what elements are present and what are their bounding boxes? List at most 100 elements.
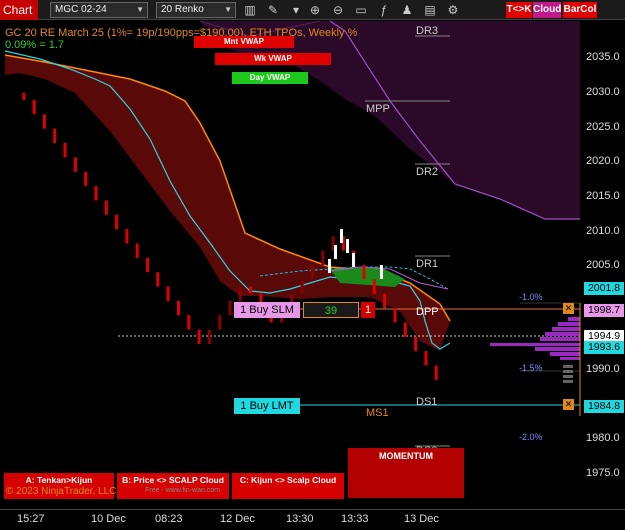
renko-brick [94,186,98,201]
level-ds1: DS1 [416,396,438,408]
cancel-slm-icon[interactable]: ✕ [563,303,574,314]
price-tag-2001: 2001.8 [584,282,624,295]
y-tick: 2005.0 [586,259,620,271]
y-tick: 2015.0 [586,190,620,202]
y-tick: 1975.0 [586,467,620,479]
time-label: 13:30 [286,513,314,525]
pct-level-minus1: -1.0% [519,292,543,302]
level-dr3: DR3 [416,25,439,37]
renko-brick [238,286,242,301]
zoom-in-icon[interactable]: ⊕ [307,2,323,18]
pct-readout: 0.09% = 1.7 [5,39,65,51]
cloud-toggle-button[interactable]: Cloud [533,2,561,18]
renko-brick [228,300,232,316]
time-label: 13 Dec [404,513,439,525]
instrument-selector[interactable]: MGC 02-24 ▼ [50,2,148,18]
time-label: 13:33 [341,513,369,525]
time-label: 08:23 [155,513,183,525]
chevron-down-icon: ▼ [224,5,232,14]
bar-style-icon[interactable]: ▥ [242,2,258,18]
chart-toolbar: Chart MGC 02-24 ▼ 20 Renko ▼ ▥ ✎ ▾ ⊕ ⊖ ▭… [0,0,625,20]
renko-brick [218,315,222,330]
time-label: 15:27 [17,513,45,525]
renko-brick [146,257,149,273]
bar-type-value: 20 Renko [161,4,204,15]
renko-brick [115,214,119,230]
properties-icon[interactable]: ▤ [422,2,438,18]
renko-brick [42,114,46,129]
indicators-icon[interactable]: ƒ [376,2,392,18]
momentum-panel[interactable]: MOMENTUM [348,448,464,498]
upper-cloud [200,21,580,219]
y-tick: 2020.0 [586,155,620,167]
drawing-tool-dropdown-icon[interactable]: ▾ [288,2,304,18]
renko-brick [63,143,67,158]
level-dr1: DR1 [416,258,439,270]
y-tick: 1990.0 [586,363,620,375]
time-axis: 15:27 10 Dec 08:23 12 Dec 13:30 13:33 13… [0,509,625,530]
renko-brick [434,365,438,380]
renko-brick [32,99,36,115]
renko-brick [383,293,387,309]
renko-brick [414,336,418,352]
gray-volume-ticks [563,365,573,383]
y-tick: 2035.0 [586,51,620,63]
renko-brick [135,243,139,258]
y-tick: 2010.0 [586,225,620,237]
renko-brick [22,92,26,100]
buy-slm-quantity[interactable]: 39 [303,302,359,318]
price-scalp-cloud-button[interactable]: B: Price <> SCALP Cloud [117,473,229,499]
volume-profile [490,317,580,360]
kijun-scalp-cloud-button[interactable]: C: Kijun <> Scalp Cloud [232,473,344,499]
chart-trader-icon[interactable]: ⚙ [445,2,461,18]
renko-brick [321,250,325,265]
drawing-tool-icon[interactable]: ✎ [265,2,281,18]
level-mpp: MPP [366,103,390,115]
renko-brick [104,200,108,215]
buy-slm-contracts[interactable]: 1 [361,302,375,318]
chart-title: GC 20 RE March 25 (1%= 19p/190pps=$190.0… [5,27,358,39]
data-box-icon[interactable]: ▭ [353,2,369,18]
day-vwap-button[interactable]: Day VWAP [232,72,308,84]
copyright-text: © 2023 NinjaTrader, LLC [6,486,117,497]
bar-type-selector[interactable]: 20 Renko ▼ [156,2,236,18]
buy-lmt-order[interactable]: 1 Buy LMT [234,398,300,414]
renko-brick [177,300,180,316]
renko-brick [53,128,57,143]
y-tick: 1980.0 [586,432,620,444]
zoom-out-icon[interactable]: ⊖ [330,2,346,18]
renko-brick [84,171,88,187]
renko-brick [311,265,314,280]
renko-brick [197,329,201,344]
renko-brick [424,351,428,366]
watermark-text: Free - www.fin-wan.com [145,487,221,494]
level-dr2: DR2 [416,166,439,178]
renko-brick [393,308,397,323]
tk-toggle-button[interactable]: T<>K [506,2,532,18]
renko-brick [166,286,170,301]
price-tag-slm: 1998.7 [584,304,624,317]
time-label: 12 Dec [220,513,255,525]
y-tick: 2030.0 [586,86,620,98]
renko-brick [73,157,77,172]
chevron-down-icon: ▼ [136,5,144,14]
buy-slm-order[interactable]: 1 Buy SLM [234,302,300,318]
renko-brick [156,272,160,287]
pct-level-minus2: -2.0% [519,432,543,442]
renko-brick [187,315,191,330]
cancel-lmt-icon[interactable]: ✕ [563,399,574,410]
instrument-value: MGC 02-24 [55,4,107,15]
level-ms1: MS1 [366,407,389,419]
chart-window-title: Chart [0,0,38,20]
barcol-toggle-button[interactable]: BarCol [563,2,597,18]
price-tag-current: 1993.6 [584,341,624,354]
strategies-icon[interactable]: ♟ [399,2,415,18]
time-label: 10 Dec [91,513,126,525]
renko-brick [125,229,129,244]
weekly-vwap-button[interactable]: Wk VWAP [215,53,331,65]
chart-panel[interactable]: GC 20 RE March 25 (1%= 19p/190pps=$190.0… [0,21,625,509]
price-tag-lmt: 1984.8 [584,400,624,413]
renko-brick [249,286,253,294]
monthly-vwap-button[interactable]: Mnt VWAP [194,36,294,48]
renko-brick [207,329,211,344]
